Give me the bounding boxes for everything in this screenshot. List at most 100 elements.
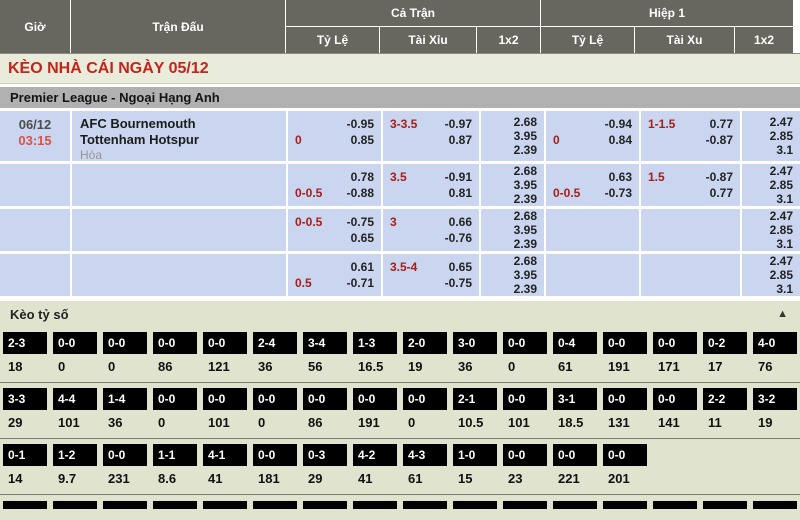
score-odds-value[interactable]: 36 — [103, 410, 147, 438]
odds-value[interactable]: 2.85 — [742, 223, 793, 237]
score-odds-value[interactable]: 86 — [303, 410, 347, 438]
odds-cell-h1-1x2[interactable]: 2.47 2.85 3.1 — [742, 254, 800, 296]
score-cell[interactable]: 2-4 — [253, 332, 297, 354]
score-cell[interactable]: 3-2 — [753, 388, 797, 410]
odds-cell-ft-1x2[interactable]: 2.68 3.95 2.39 — [481, 254, 544, 296]
score-cell[interactable]: 3-0 — [453, 332, 497, 354]
odds-value[interactable]: -0.75 — [445, 275, 472, 291]
score-odds-value[interactable]: 18 — [3, 354, 47, 382]
score-cell[interactable]: 0-0 — [253, 444, 297, 466]
odds-value[interactable]: 0.85 — [351, 132, 374, 148]
odds-value[interactable]: 2.39 — [481, 237, 537, 251]
score-cell[interactable]: 0-0 — [53, 332, 97, 354]
score-odds-value[interactable]: 0 — [403, 410, 447, 438]
score-cell[interactable]: 0-0 — [603, 332, 647, 354]
odds-value[interactable]: 2.68 — [481, 209, 537, 223]
score-section-header[interactable]: Kèo tỷ số ▲ — [0, 301, 800, 327]
score-odds-value[interactable]: 181 — [253, 466, 297, 494]
score-odds-value[interactable]: 19 — [403, 354, 447, 382]
score-odds-value[interactable]: 0 — [153, 410, 197, 438]
odds-value[interactable]: 0.65 — [449, 259, 472, 275]
score-odds-value[interactable]: 16.5 — [353, 354, 397, 382]
score-cell[interactable]: 0-4 — [553, 332, 597, 354]
score-odds-value[interactable]: 36 — [453, 354, 497, 382]
odds-value[interactable]: 2.85 — [742, 178, 793, 192]
score-cell[interactable]: 4-2 — [353, 444, 397, 466]
score-odds-value[interactable]: 191 — [603, 354, 647, 382]
score-cell[interactable]: 0-0 — [103, 332, 147, 354]
odds-value[interactable]: 0.77 — [710, 116, 733, 132]
score-cell[interactable]: 0-1 — [3, 444, 47, 466]
score-odds-value[interactable]: 141 — [653, 410, 697, 438]
odds-value[interactable]: 2.47 — [742, 164, 793, 178]
odds-value[interactable]: 3.1 — [742, 192, 793, 206]
score-odds-value[interactable]: 29 — [303, 466, 347, 494]
score-cell[interactable]: 0-0 — [503, 388, 547, 410]
score-cell[interactable]: 4-3 — [403, 444, 447, 466]
odds-value[interactable]: 3.1 — [742, 143, 793, 157]
score-cell[interactable]: 1-4 — [103, 388, 147, 410]
score-cell[interactable]: 0-0 — [553, 444, 597, 466]
score-cell[interactable]: 4-1 — [203, 444, 247, 466]
score-odds-value[interactable]: 171 — [653, 354, 697, 382]
collapse-arrow-icon[interactable]: ▲ — [777, 308, 788, 320]
score-cell[interactable]: 0-0 — [503, 332, 547, 354]
score-odds-value[interactable]: 19 — [753, 410, 797, 438]
score-odds-value[interactable]: 0 — [53, 354, 97, 382]
odds-value[interactable]: 3.95 — [481, 178, 537, 192]
score-cell[interactable]: 1-0 — [453, 444, 497, 466]
score-odds-value[interactable]: 0 — [253, 410, 297, 438]
odds-value[interactable]: -0.73 — [605, 185, 632, 201]
odds-value[interactable]: 0.66 — [449, 214, 472, 230]
score-cell[interactable]: 1-1 — [153, 444, 197, 466]
odds-cell-h1-1x2[interactable]: 2.47 2.85 3.1 — [742, 164, 800, 206]
odds-value[interactable]: 2.68 — [481, 115, 537, 129]
odds-value[interactable]: 0.87 — [449, 132, 472, 148]
odds-value[interactable]: -0.87 — [706, 169, 733, 185]
odds-value[interactable]: -0.91 — [445, 169, 472, 185]
odds-value[interactable]: 3.1 — [742, 237, 793, 251]
odds-cell-ft-overunder[interactable]: 3-3.5-0.97 0.87 — [383, 111, 479, 161]
odds-value[interactable]: 2.47 — [742, 254, 793, 268]
score-cell[interactable]: 0-0 — [353, 388, 397, 410]
odds-value[interactable]: 0.78 — [351, 169, 374, 185]
score-cell[interactable]: 3-4 — [303, 332, 347, 354]
score-odds-value[interactable]: 131 — [603, 410, 647, 438]
odds-cell-ft-1x2[interactable]: 2.68 3.95 2.39 — [481, 209, 544, 251]
score-cell[interactable]: 0-0 — [153, 332, 197, 354]
score-odds-value[interactable]: 0 — [503, 354, 547, 382]
score-odds-value[interactable]: 61 — [553, 354, 597, 382]
score-odds-value[interactable]: 18.5 — [553, 410, 597, 438]
score-odds-value[interactable]: 101 — [503, 410, 547, 438]
score-cell[interactable]: 2-3 — [3, 332, 47, 354]
score-cell[interactable]: 1-2 — [53, 444, 97, 466]
score-odds-value[interactable]: 101 — [203, 410, 247, 438]
odds-cell-h1-1x2[interactable]: 2.47 2.85 3.1 — [742, 209, 800, 251]
score-odds-value[interactable]: 41 — [353, 466, 397, 494]
odds-value[interactable]: -0.95 — [347, 116, 374, 132]
score-odds-value[interactable]: 76 — [753, 354, 797, 382]
score-cell[interactable]: 0-0 — [103, 444, 147, 466]
odds-cell-h1-handicap[interactable]: 0.63 0-0.5-0.73 — [546, 164, 639, 206]
odds-cell-h1-1x2[interactable]: 2.47 2.85 3.1 — [742, 111, 800, 161]
score-cell[interactable]: 0-3 — [303, 444, 347, 466]
odds-value[interactable]: 2.39 — [481, 282, 537, 296]
odds-value[interactable]: 3.1 — [742, 282, 793, 296]
score-odds-value[interactable]: 201 — [603, 466, 647, 494]
score-cell[interactable]: 0-0 — [203, 332, 247, 354]
odds-value[interactable]: -0.71 — [347, 275, 374, 291]
score-odds-value[interactable]: 0 — [103, 354, 147, 382]
score-odds-value[interactable]: 15 — [453, 466, 497, 494]
score-odds-value[interactable]: 86 — [153, 354, 197, 382]
odds-cell-ft-overunder[interactable]: 3.5-40.65 -0.75 — [383, 254, 479, 296]
score-cell[interactable]: 0-2 — [703, 332, 747, 354]
score-odds-value[interactable]: 23 — [503, 466, 547, 494]
score-odds-value[interactable]: 10.5 — [453, 410, 497, 438]
odds-value[interactable]: -0.97 — [445, 116, 472, 132]
odds-cell-h1-overunder[interactable]: 1-1.50.77 -0.87 — [641, 111, 740, 161]
odds-value[interactable]: 0.65 — [351, 230, 374, 246]
team-home[interactable]: AFC Bournemouth — [80, 116, 286, 132]
score-odds-value[interactable]: 121 — [203, 354, 247, 382]
odds-value[interactable]: -0.75 — [347, 214, 374, 230]
league-header[interactable]: Premier League - Ngoại Hạng Anh — [0, 87, 800, 108]
